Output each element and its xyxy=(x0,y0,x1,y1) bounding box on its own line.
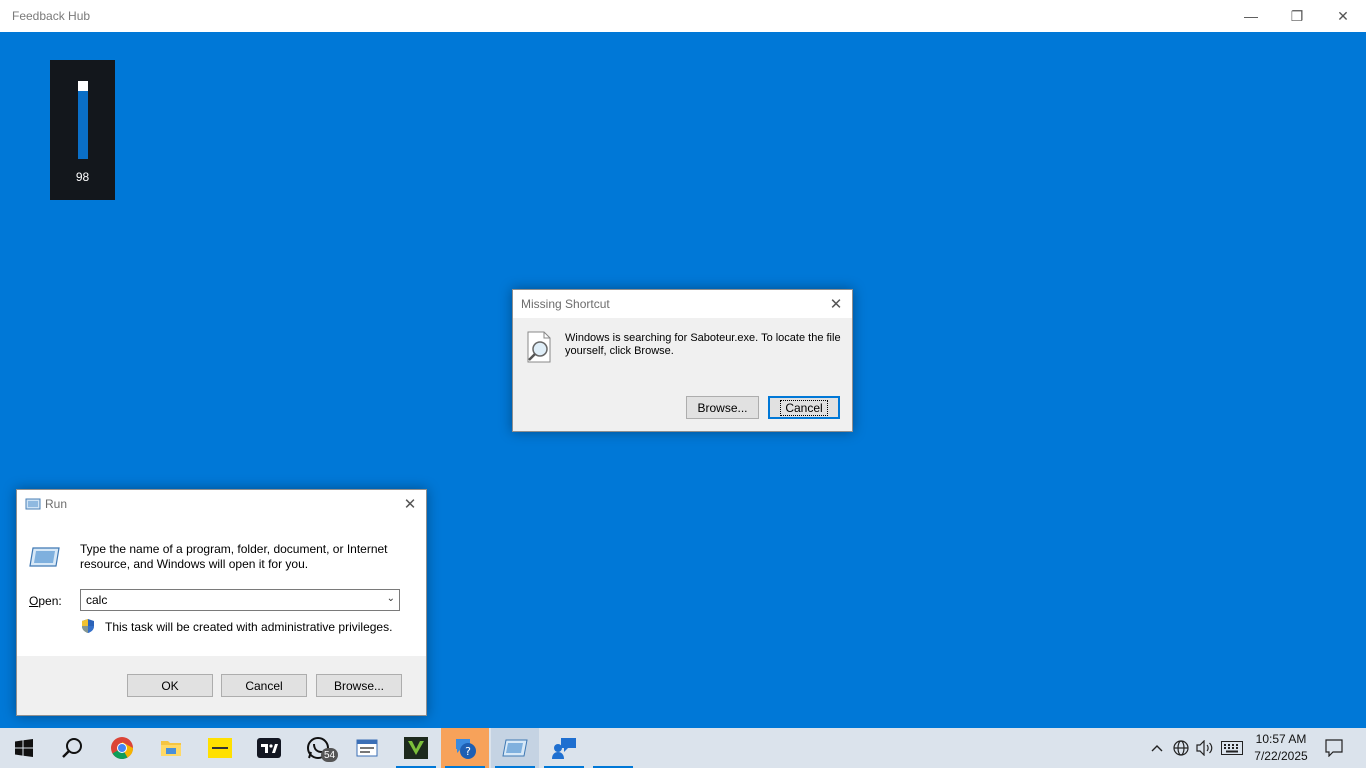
windows-icon xyxy=(15,739,33,757)
folder-icon xyxy=(161,741,181,756)
feedback-hub-icon: ? xyxy=(456,739,476,759)
dialog-close-button[interactable]: ✕ xyxy=(826,294,846,314)
taskbar-get-help[interactable] xyxy=(540,728,588,768)
taskbar-app-window[interactable] xyxy=(343,728,391,768)
browse-button[interactable]: Browse... xyxy=(316,674,402,697)
chevron-up-icon xyxy=(1151,745,1163,752)
clock-date: 7/22/2025 xyxy=(1254,749,1308,763)
missing-shortcut-dialog: Missing Shortcut ✕ Windows is searching … xyxy=(512,289,853,432)
run-message: Type the name of a program, folder, docu… xyxy=(80,542,388,571)
keyboard-icon xyxy=(1221,741,1243,755)
app-titlebar: Feedback Hub — ❐ ✕ xyxy=(0,0,1366,32)
dialog-titlebar: Run ✕ xyxy=(17,490,426,518)
tray-keyboard[interactable] xyxy=(1219,728,1245,768)
taskbar-vegas[interactable] xyxy=(392,728,440,768)
browse-button[interactable]: Browse... xyxy=(686,396,759,419)
taskbar-file-explorer[interactable] xyxy=(147,728,195,768)
restore-button[interactable]: ❐ xyxy=(1274,0,1320,32)
dialog-message: Windows is searching for Saboteur.exe. T… xyxy=(565,332,841,357)
dialog-title: Run xyxy=(45,497,68,511)
app-window-icon xyxy=(356,739,378,757)
run-icon xyxy=(502,739,528,757)
clock-time: 10:57 AM xyxy=(1255,732,1307,746)
search-button[interactable] xyxy=(48,728,96,768)
speaker-icon xyxy=(1196,740,1213,756)
search-document-icon xyxy=(527,331,551,363)
close-icon: ✕ xyxy=(829,296,843,313)
run-body xyxy=(17,518,426,656)
close-window-button[interactable]: ✕ xyxy=(1320,0,1366,32)
tray-network[interactable] xyxy=(1170,728,1192,768)
globe-icon xyxy=(1173,740,1189,756)
notification-icon xyxy=(1325,739,1343,757)
taskbar-whatsapp[interactable]: 54 xyxy=(294,728,342,768)
vegas-icon xyxy=(404,737,428,759)
close-icon: ✕ xyxy=(1337,7,1349,24)
search-icon xyxy=(62,738,82,758)
taskbar: 54 ? 10:57 AM 7/22/2025 xyxy=(0,728,1366,768)
taskbar-clock[interactable]: 10:57 AM 7/22/2025 xyxy=(1245,731,1317,765)
volume-value: 98 xyxy=(75,170,90,184)
restore-icon: ❐ xyxy=(1290,7,1304,24)
taskbar-exness[interactable] xyxy=(196,728,244,768)
run-dialog: Run ✕ Type the name of a program, folder… xyxy=(16,489,427,716)
volume-flyout: 98 xyxy=(50,60,115,200)
admin-note: This task will be created with administr… xyxy=(105,620,393,634)
run-icon xyxy=(25,498,41,510)
get-help-icon xyxy=(552,738,576,759)
tradingview-icon xyxy=(257,738,281,758)
notification-badge: 54 xyxy=(321,748,338,762)
dialog-titlebar: Missing Shortcut ✕ xyxy=(513,290,852,318)
app-title: Feedback Hub xyxy=(12,9,91,23)
svg-text:?: ? xyxy=(465,745,471,758)
exness-icon xyxy=(208,738,232,758)
chrome-icon xyxy=(111,737,133,759)
ok-button[interactable]: OK xyxy=(127,674,213,697)
start-button[interactable] xyxy=(0,728,48,768)
tray-volume[interactable] xyxy=(1194,728,1216,768)
volume-thumb[interactable] xyxy=(78,81,88,91)
open-input[interactable]: calc ⌄ xyxy=(80,589,400,611)
minimize-button[interactable]: — xyxy=(1228,0,1274,32)
taskbar-tradingview[interactable] xyxy=(245,728,293,768)
cancel-button[interactable]: Cancel xyxy=(768,396,840,419)
action-center-button[interactable] xyxy=(1320,728,1348,768)
volume-slider[interactable] xyxy=(78,81,88,159)
open-label: Open: xyxy=(29,594,62,608)
minimize-icon: — xyxy=(1244,8,1258,24)
close-icon: ✕ xyxy=(403,496,417,513)
taskbar-chrome[interactable] xyxy=(98,728,146,768)
dialog-title: Missing Shortcut xyxy=(521,297,610,311)
taskbar-hidden-app[interactable] xyxy=(589,728,637,768)
taskbar-run[interactable] xyxy=(491,728,539,768)
taskbar-feedback-hub[interactable]: ? xyxy=(441,728,489,768)
uac-shield-icon xyxy=(82,619,94,633)
tray-chevron-button[interactable] xyxy=(1146,728,1168,768)
dialog-close-button[interactable]: ✕ xyxy=(400,494,420,514)
run-program-icon xyxy=(29,547,60,567)
cancel-button[interactable]: Cancel xyxy=(221,674,307,697)
chevron-down-icon[interactable]: ⌄ xyxy=(387,593,395,604)
